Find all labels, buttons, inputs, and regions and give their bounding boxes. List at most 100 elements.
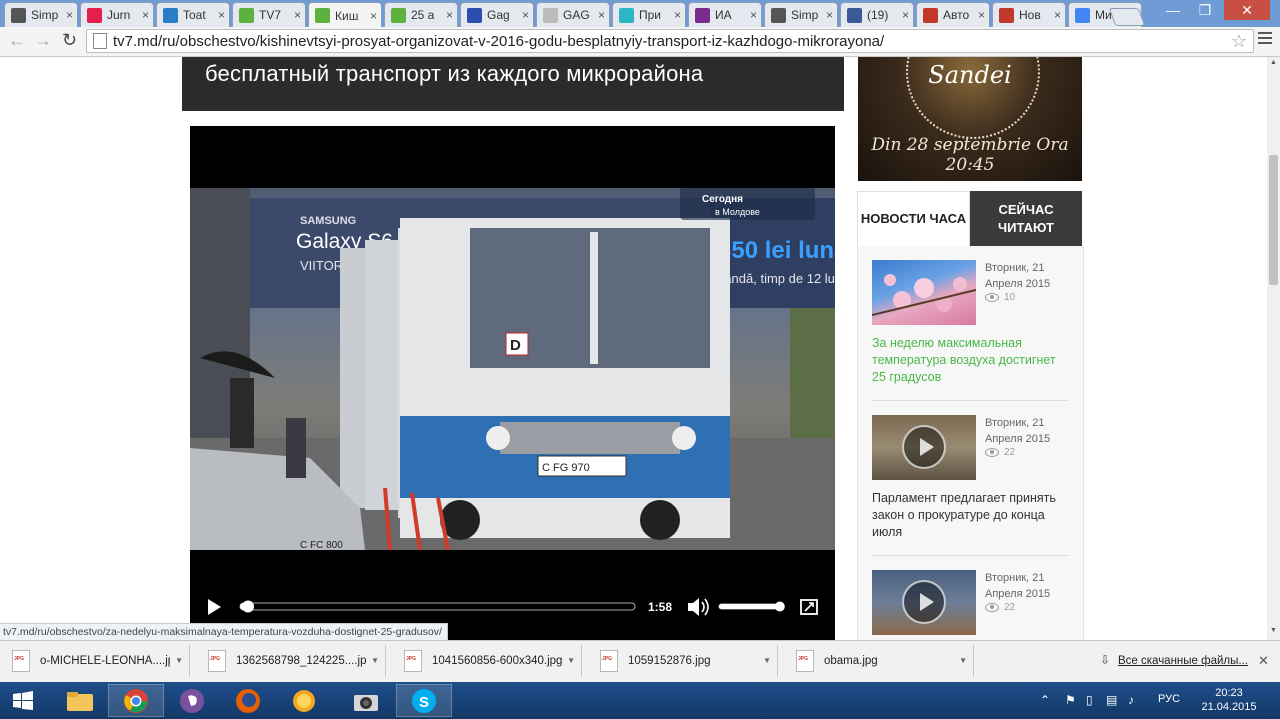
skype-icon: S bbox=[412, 688, 436, 713]
channel-logo: Сегодня bbox=[702, 194, 743, 205]
reload-icon[interactable]: ↻ bbox=[62, 30, 77, 51]
tab-close-icon[interactable]: × bbox=[598, 8, 605, 22]
tab-10[interactable]: Simp × bbox=[764, 2, 838, 27]
tab-7[interactable]: GAG × bbox=[536, 2, 610, 27]
chevron-down-icon[interactable]: ▼ bbox=[175, 656, 183, 665]
tab-5[interactable]: 25 a × bbox=[384, 2, 458, 27]
taskbar-firefox[interactable] bbox=[220, 684, 276, 717]
scrollbar-thumb[interactable] bbox=[1269, 155, 1278, 285]
billboard-brand: SAMSUNG bbox=[300, 215, 356, 227]
tab-close-icon[interactable]: × bbox=[294, 8, 301, 22]
address-url[interactable]: tv7.md/ru/obschestvo/kishinevtsyi-prosya… bbox=[113, 33, 884, 50]
tab-close-icon[interactable]: × bbox=[674, 8, 681, 22]
svg-text:S: S bbox=[419, 694, 429, 711]
download-item[interactable]: 1041560856-600x340.jpg▼ bbox=[392, 645, 582, 677]
address-bar[interactable]: tv7.md/ru/obschestvo/kishinevtsyi-prosya… bbox=[86, 29, 1254, 53]
all-downloads-link[interactable]: Все скачанные файлы... bbox=[1100, 655, 1248, 667]
tab-news-hour[interactable]: НОВОСТИ ЧАСА bbox=[857, 191, 970, 246]
menu-icon[interactable] bbox=[1258, 32, 1272, 47]
new-tab-button[interactable] bbox=[1108, 8, 1146, 26]
taskbar-clock[interactable]: 20:23 21.04.2015 bbox=[1196, 686, 1262, 714]
forward-arrow-icon[interactable]: → bbox=[34, 30, 52, 51]
tab-close-icon[interactable]: × bbox=[66, 8, 73, 22]
tab-8[interactable]: При × bbox=[612, 2, 686, 27]
news-title[interactable]: За неделю максимальная температура возду… bbox=[872, 335, 1068, 386]
tray-chevron-up-icon[interactable]: ⌃ bbox=[1040, 693, 1050, 707]
volume-handle[interactable] bbox=[774, 601, 785, 612]
eye-icon bbox=[985, 293, 999, 302]
tab-12[interactable]: Авто × bbox=[916, 2, 990, 27]
sidebar-tabs: НОВОСТИ ЧАСА СЕЙЧАС ЧИТАЮТ bbox=[857, 191, 1082, 246]
scroll-down-arrow-icon[interactable]: ▼ bbox=[1270, 627, 1277, 634]
bookmark-star-icon[interactable]: ☆ bbox=[1231, 31, 1247, 52]
scroll-up-arrow-icon[interactable]: ▲ bbox=[1270, 59, 1277, 66]
download-item[interactable]: 1362568798_124225....jpg▼ bbox=[196, 645, 386, 677]
tab-1[interactable]: Jurn × bbox=[80, 2, 154, 27]
taskbar-app-sun[interactable] bbox=[276, 684, 332, 717]
chevron-down-icon[interactable]: ▼ bbox=[763, 656, 771, 665]
flask-icon bbox=[771, 7, 786, 23]
tab-6[interactable]: Gag × bbox=[460, 2, 534, 27]
close-window-button[interactable]: ✕ bbox=[1224, 0, 1270, 20]
tab-close-icon[interactable]: × bbox=[218, 8, 225, 22]
tab-9[interactable]: ИА × bbox=[688, 2, 762, 27]
tab-2[interactable]: Toat × bbox=[156, 2, 230, 27]
chevron-down-icon[interactable]: ▼ bbox=[959, 656, 967, 665]
play-icon[interactable] bbox=[902, 425, 946, 469]
tab-title: При bbox=[639, 8, 662, 22]
video-progress-handle[interactable] bbox=[242, 600, 254, 613]
chevron-down-icon[interactable]: ▼ bbox=[371, 656, 379, 665]
play-button[interactable] bbox=[208, 599, 221, 615]
tab-close-icon[interactable]: × bbox=[750, 8, 757, 22]
tab-close-icon[interactable]: × bbox=[902, 8, 909, 22]
news-thumbnail[interactable] bbox=[872, 260, 976, 325]
tray-language[interactable]: РУС bbox=[1158, 693, 1180, 705]
maximize-button[interactable]: ❐ bbox=[1190, 0, 1220, 20]
taskbar-camera[interactable] bbox=[338, 684, 394, 717]
tray-network-icon[interactable]: ▤ bbox=[1106, 693, 1117, 707]
tab-3[interactable]: TV7 × bbox=[232, 2, 306, 27]
taskbar-viber[interactable] bbox=[164, 684, 220, 717]
tab-close-icon[interactable]: × bbox=[446, 8, 453, 22]
tab-0[interactable]: Simp × bbox=[4, 2, 78, 27]
tab-close-icon[interactable]: × bbox=[978, 8, 985, 22]
video-progress-track[interactable] bbox=[239, 602, 636, 611]
jpg-file-icon bbox=[796, 650, 814, 672]
arrow-icon bbox=[923, 7, 938, 23]
tray-volume-icon[interactable]: ♪ bbox=[1128, 693, 1134, 707]
close-shelf-icon[interactable]: ✕ bbox=[1258, 653, 1269, 669]
news-title[interactable]: Парламент предлагает принять закон о про… bbox=[872, 490, 1068, 541]
play-icon[interactable] bbox=[902, 580, 946, 624]
tab-4[interactable]: Киш × bbox=[308, 2, 382, 28]
tab-close-icon[interactable]: × bbox=[370, 9, 377, 23]
promo-banner[interactable]: Sandei Din 28 septembrie Ora 20:45 bbox=[858, 57, 1082, 181]
taskbar-chrome[interactable] bbox=[108, 684, 164, 717]
tab-close-icon[interactable]: × bbox=[1054, 8, 1061, 22]
jpg-file-icon bbox=[12, 650, 30, 672]
tray-battery-icon[interactable]: ▯ bbox=[1086, 693, 1093, 707]
taskbar-explorer[interactable] bbox=[52, 684, 108, 717]
fullscreen-icon[interactable] bbox=[800, 599, 818, 615]
video-player[interactable]: SAMSUNG Galaxy S6 VIITORUL 350 lei luna … bbox=[190, 126, 835, 640]
back-arrow-icon[interactable]: ← bbox=[8, 30, 26, 51]
volume-icon[interactable] bbox=[688, 598, 699, 616]
download-item[interactable]: obama.jpg▼ bbox=[784, 645, 974, 677]
tab-strip: Simp × Jurn × Toat × TV7 × Киш × 25 a × Gag × GAG × При ×… bbox=[0, 0, 1280, 28]
tray-flag-icon[interactable]: ⚑ bbox=[1065, 693, 1076, 707]
chevron-down-icon[interactable]: ▼ bbox=[567, 656, 575, 665]
news-thumbnail[interactable] bbox=[872, 415, 976, 480]
minimize-button[interactable]: — bbox=[1158, 0, 1188, 20]
page-scrollbar[interactable]: ▲ ▼ bbox=[1267, 57, 1280, 640]
start-button[interactable] bbox=[0, 684, 46, 717]
tab-close-icon[interactable]: × bbox=[826, 8, 833, 22]
download-item[interactable]: 1059152876.jpg▼ bbox=[588, 645, 778, 677]
tab-close-icon[interactable]: × bbox=[142, 8, 149, 22]
tab-13[interactable]: Нов × bbox=[992, 2, 1066, 27]
tab-reading-now[interactable]: СЕЙЧАС ЧИТАЮТ bbox=[970, 191, 1082, 246]
download-item[interactable]: o-MICHELE-LEONHA....jpg▼ bbox=[0, 645, 190, 677]
video-frame[interactable]: SAMSUNG Galaxy S6 VIITORUL 350 lei luna … bbox=[190, 188, 835, 550]
tab-close-icon[interactable]: × bbox=[522, 8, 529, 22]
tab-11[interactable]: (19) × bbox=[840, 2, 914, 27]
news-thumbnail[interactable] bbox=[872, 570, 976, 635]
taskbar-skype[interactable]: S bbox=[396, 684, 452, 717]
